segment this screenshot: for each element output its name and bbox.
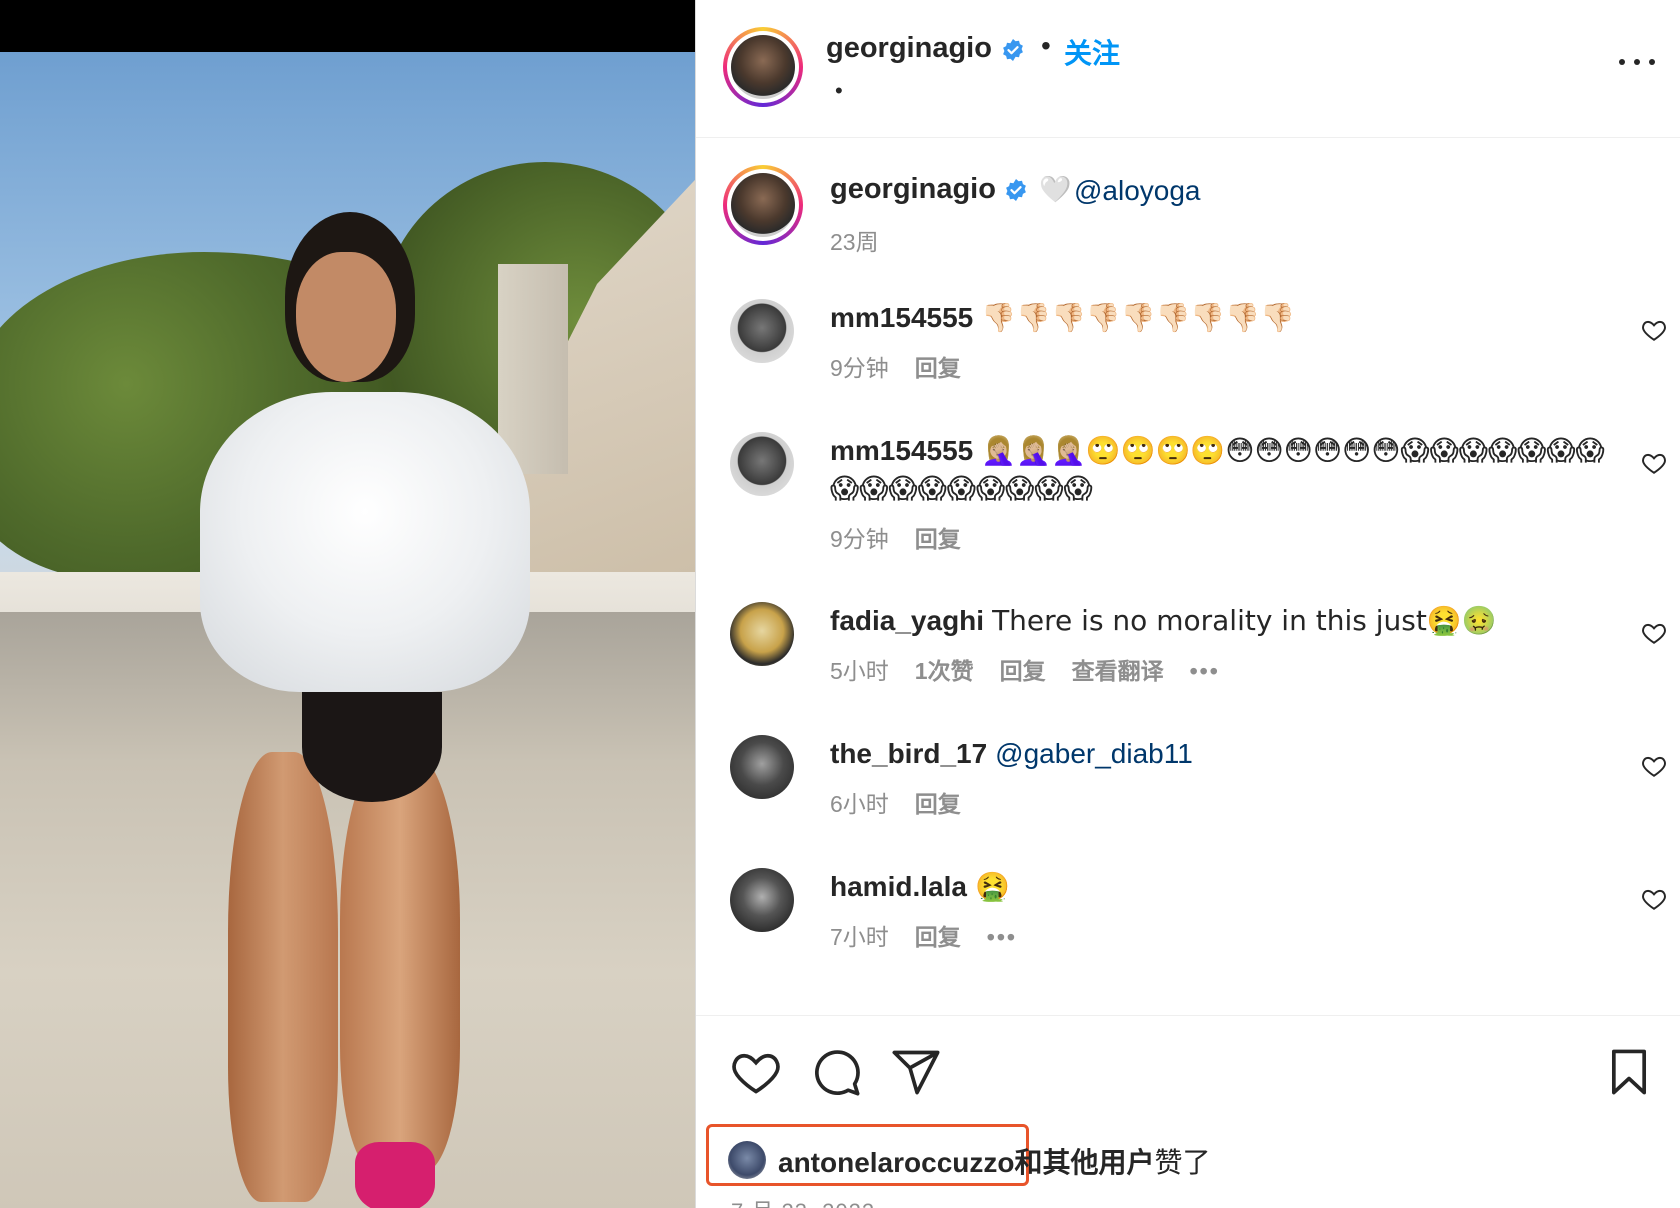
reply-button[interactable]: 回复	[1000, 658, 1046, 684]
verified-badge-icon	[1003, 39, 1023, 61]
post-video-frame[interactable]	[0, 52, 695, 1208]
heart-outline-icon[interactable]	[730, 1046, 782, 1098]
commenter-username[interactable]: mm154555	[830, 435, 973, 466]
commenter-username[interactable]: mm154555	[830, 302, 973, 333]
comment-mention-link[interactable]: @gaber_diab11	[995, 738, 1193, 769]
comment-text: 👎🏻👎🏻👎🏻👎🏻👎🏻👎🏻👎🏻👎🏻👎🏻	[981, 301, 1296, 334]
liker-avatar[interactable]	[728, 1141, 766, 1179]
speech-bubble-icon[interactable]	[810, 1046, 862, 1098]
person-figure	[190, 152, 550, 1208]
comment-timestamp[interactable]: 7小时	[830, 924, 889, 950]
post-media[interactable]	[0, 0, 695, 1208]
post-date[interactable]: 7 月 23, 2022	[731, 1194, 875, 1208]
commenter-avatar[interactable]	[730, 868, 794, 932]
comment-like-heart-icon[interactable]	[1641, 450, 1667, 476]
header-separator: •	[1041, 30, 1051, 61]
verified-badge-icon	[1006, 179, 1026, 201]
liker-username[interactable]: antonelaroccuzzo	[778, 1147, 1014, 1178]
reply-button[interactable]: 回复	[915, 526, 961, 552]
commenter-username[interactable]: hamid.lala	[830, 871, 967, 902]
caption-username[interactable]: georginagio	[830, 173, 996, 206]
caption-mention-link[interactable]: @aloyoga	[1074, 175, 1201, 207]
commenter-username[interactable]: fadia_yaghi	[830, 605, 984, 636]
caption-author-avatar[interactable]	[723, 165, 803, 245]
media-top-bar	[0, 0, 695, 52]
follow-button[interactable]: 关注	[1064, 32, 1120, 72]
commenter-avatar[interactable]	[730, 432, 794, 496]
header-subline: •	[835, 78, 843, 103]
comment-more-button[interactable]: •••	[1190, 658, 1220, 684]
comment-timestamp[interactable]: 9分钟	[830, 526, 889, 552]
caption-white-heart: 🤍	[1039, 175, 1072, 205]
comment-text: 🤮	[974, 870, 1010, 903]
comment-like-heart-icon[interactable]	[1641, 753, 1667, 779]
comment-like-count[interactable]: 1次赞	[915, 658, 974, 684]
author-avatar[interactable]	[723, 27, 803, 107]
commenter-avatar[interactable]	[730, 602, 794, 666]
comment-like-heart-icon[interactable]	[1641, 620, 1667, 646]
comment-text: There is no morality in this just🤮🤢	[992, 604, 1497, 637]
commenter-username[interactable]: the_bird_17	[830, 738, 987, 769]
post-header: georginagio • 关注 •	[696, 0, 1680, 138]
liked-by-others-link[interactable]: 和其他用户	[1014, 1147, 1154, 1178]
commenter-avatar[interactable]	[730, 735, 794, 799]
reply-button[interactable]: 回复	[915, 355, 961, 381]
comment-timestamp[interactable]: 9分钟	[830, 355, 889, 381]
reply-button[interactable]: 回复	[915, 791, 961, 817]
comment-timestamp[interactable]: 6小时	[830, 791, 889, 817]
comments-list[interactable]: georginagio 🤍 @aloyoga 23周 mm154555 👎🏻👎🏻👎…	[696, 139, 1680, 1015]
commenter-avatar[interactable]	[730, 299, 794, 363]
post-actions-bar: antonelaroccuzzo和其他用户赞了 7 月 23, 2022	[696, 1015, 1680, 1208]
comment-timestamp[interactable]: 5小时	[830, 658, 889, 684]
caption-timestamp[interactable]: 23周	[830, 223, 879, 257]
comment-more-button[interactable]: •••	[987, 924, 1017, 950]
author-username[interactable]: georginagio	[826, 32, 992, 65]
reply-button[interactable]: 回复	[915, 924, 961, 950]
comment-like-heart-icon[interactable]	[1641, 317, 1667, 343]
liked-by-text: antonelaroccuzzo和其他用户赞了	[778, 1141, 1211, 1181]
see-translation-button[interactable]: 查看翻译	[1072, 658, 1164, 684]
liked-by-suffix: 赞了	[1154, 1147, 1211, 1178]
post-side-panel: georginagio • 关注 • georginagio 🤍 @aloyog…	[695, 0, 1680, 1208]
more-options-button[interactable]	[1619, 52, 1655, 72]
comment-like-heart-icon[interactable]	[1641, 886, 1667, 912]
bookmark-icon[interactable]	[1603, 1046, 1655, 1098]
paper-plane-icon[interactable]	[890, 1046, 942, 1098]
